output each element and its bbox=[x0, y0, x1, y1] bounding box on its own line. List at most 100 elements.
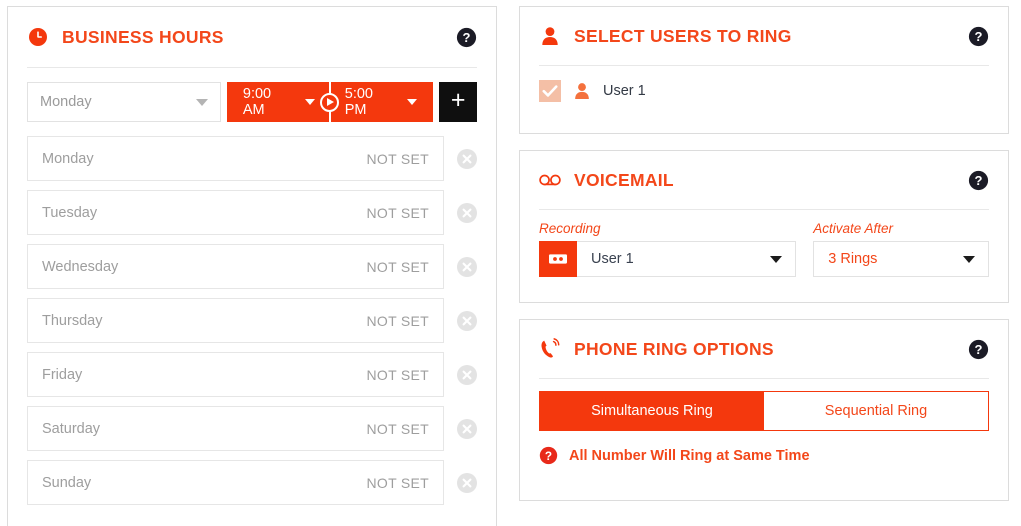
phone-ring-options-panel: PHONE RING OPTIONS ? Simultaneous Ring S… bbox=[519, 319, 1009, 501]
chevron-down-icon bbox=[757, 255, 795, 263]
recording-select[interactable]: User 1 bbox=[539, 241, 797, 277]
day-name: Monday bbox=[42, 150, 94, 167]
person-icon bbox=[574, 82, 591, 101]
circle-x-icon[interactable] bbox=[457, 364, 477, 385]
help-icon[interactable]: ? bbox=[968, 26, 989, 47]
status-badge: NOT SET bbox=[366, 420, 429, 437]
activate-after-value: 3 Rings bbox=[828, 251, 878, 267]
day-row-wednesday[interactable]: Wednesday NOT SET bbox=[27, 244, 444, 289]
help-icon[interactable]: ? bbox=[968, 339, 989, 360]
svg-text:?: ? bbox=[545, 450, 552, 463]
help-circle-icon: ? bbox=[539, 446, 558, 465]
play-triangle-icon bbox=[327, 98, 335, 106]
chevron-down-icon bbox=[304, 99, 315, 105]
start-time-select[interactable]: 9:00 AM bbox=[227, 82, 329, 122]
help-icon[interactable]: ? bbox=[456, 27, 477, 48]
user-checkbox[interactable] bbox=[539, 80, 561, 102]
phone-ring-icon bbox=[539, 338, 561, 360]
voicemail-body: Recording User 1 Activate After 3 Rings bbox=[520, 210, 1008, 277]
status-badge: NOT SET bbox=[366, 366, 429, 383]
day-name: Sunday bbox=[42, 474, 92, 491]
cassette-icon bbox=[539, 241, 577, 277]
day-name: Saturday bbox=[42, 420, 101, 437]
day-row-monday[interactable]: Monday NOT SET bbox=[27, 136, 444, 181]
business-hours-header: BUSINESS HOURS ? bbox=[8, 7, 496, 67]
recording-field: Recording User 1 bbox=[539, 221, 797, 277]
day-row-saturday[interactable]: Saturday NOT SET bbox=[27, 406, 444, 451]
voicemail-title: VOICEMAIL bbox=[574, 169, 674, 190]
ring-mode-tabs: Simultaneous Ring Sequential Ring bbox=[539, 391, 989, 431]
status-badge: NOT SET bbox=[366, 204, 429, 221]
business-hours-controls: Monday 9:00 AM 5:00 PM + bbox=[8, 68, 496, 122]
activate-after-field: Activate After 3 Rings bbox=[813, 221, 989, 277]
day-name: Tuesday bbox=[42, 204, 98, 221]
svg-text:?: ? bbox=[975, 342, 983, 357]
activate-after-label: Activate After bbox=[813, 221, 894, 236]
day-row-sunday[interactable]: Sunday NOT SET bbox=[27, 460, 444, 505]
page-title: BUSINESS HOURS bbox=[62, 26, 224, 47]
chevron-down-icon bbox=[195, 98, 208, 106]
activate-after-select[interactable]: 3 Rings bbox=[813, 241, 989, 277]
chevron-down-icon bbox=[407, 99, 418, 105]
select-users-panel: SELECT USERS TO RING ? User 1 bbox=[519, 6, 1009, 134]
play-circle-icon bbox=[320, 82, 340, 122]
phone-ring-body: Simultaneous Ring Sequential Ring ? All … bbox=[520, 379, 1008, 465]
user-name-label: User 1 bbox=[603, 83, 646, 99]
day-name: Friday bbox=[42, 366, 83, 383]
clock-icon bbox=[27, 26, 49, 48]
status-badge: NOT SET bbox=[366, 150, 429, 167]
day-name: Thursday bbox=[42, 312, 103, 329]
settings-page: BUSINESS HOURS ? Monday 9:00 AM 5:00 PM … bbox=[0, 0, 1021, 526]
select-users-header: SELECT USERS TO RING ? bbox=[520, 7, 1008, 65]
day-select[interactable]: Monday bbox=[27, 82, 221, 122]
day-row-tuesday[interactable]: Tuesday NOT SET bbox=[27, 190, 444, 235]
tab-sequential-ring[interactable]: Sequential Ring bbox=[764, 392, 988, 430]
tab-simultaneous-ring[interactable]: Simultaneous Ring bbox=[540, 392, 764, 430]
business-hours-panel: BUSINESS HOURS ? Monday 9:00 AM 5:00 PM … bbox=[7, 6, 497, 526]
status-badge: NOT SET bbox=[366, 258, 429, 275]
time-range-control: 9:00 AM 5:00 PM bbox=[226, 82, 434, 122]
help-icon[interactable]: ? bbox=[968, 170, 989, 191]
select-users-title: SELECT USERS TO RING bbox=[574, 25, 792, 46]
list-item: Tuesday NOT SET bbox=[27, 190, 477, 235]
add-hours-button[interactable]: + bbox=[439, 82, 477, 122]
end-time-select[interactable]: 5:00 PM bbox=[331, 82, 434, 122]
circle-x-icon[interactable] bbox=[457, 418, 477, 439]
circle-x-icon[interactable] bbox=[457, 148, 477, 169]
phone-ring-title: PHONE RING OPTIONS bbox=[574, 338, 774, 359]
users-list: User 1 bbox=[520, 66, 1008, 102]
day-row-friday[interactable]: Friday NOT SET bbox=[27, 352, 444, 397]
status-badge: NOT SET bbox=[366, 312, 429, 329]
chevron-down-icon bbox=[950, 255, 988, 263]
play-circle-ring bbox=[320, 92, 340, 112]
recording-value: User 1 bbox=[591, 251, 634, 267]
circle-x-icon[interactable] bbox=[457, 256, 477, 277]
ring-note-text: All Number Will Ring at Same Time bbox=[569, 447, 810, 464]
list-item: User 1 bbox=[539, 80, 989, 102]
list-item: Monday NOT SET bbox=[27, 136, 477, 181]
voicemail-panel: VOICEMAIL ? Recording User 1 Activate Af… bbox=[519, 150, 1009, 303]
day-name: Wednesday bbox=[42, 258, 119, 275]
list-item: Thursday NOT SET bbox=[27, 298, 477, 343]
list-item: Sunday NOT SET bbox=[27, 460, 477, 505]
voicemail-tape-icon bbox=[539, 169, 561, 191]
svg-text:?: ? bbox=[463, 30, 471, 45]
list-item: Saturday NOT SET bbox=[27, 406, 477, 451]
day-select-value: Monday bbox=[40, 94, 92, 110]
end-time-value: 5:00 PM bbox=[344, 86, 373, 118]
phone-ring-header: PHONE RING OPTIONS ? bbox=[520, 320, 1008, 378]
circle-x-icon[interactable] bbox=[457, 310, 477, 331]
recording-label: Recording bbox=[539, 221, 601, 236]
circle-x-icon[interactable] bbox=[457, 202, 477, 223]
list-item: Friday NOT SET bbox=[27, 352, 477, 397]
circle-x-icon[interactable] bbox=[457, 472, 477, 493]
svg-text:?: ? bbox=[975, 173, 983, 188]
day-rows-list: Monday NOT SET Tuesday NOT SET Wednesday… bbox=[8, 122, 496, 505]
plus-icon: + bbox=[450, 85, 466, 114]
day-row-thursday[interactable]: Thursday NOT SET bbox=[27, 298, 444, 343]
start-time-value: 9:00 AM bbox=[242, 86, 272, 118]
status-badge: NOT SET bbox=[366, 474, 429, 491]
voicemail-header: VOICEMAIL ? bbox=[520, 151, 1008, 209]
person-icon bbox=[539, 25, 561, 47]
list-item: Wednesday NOT SET bbox=[27, 244, 477, 289]
